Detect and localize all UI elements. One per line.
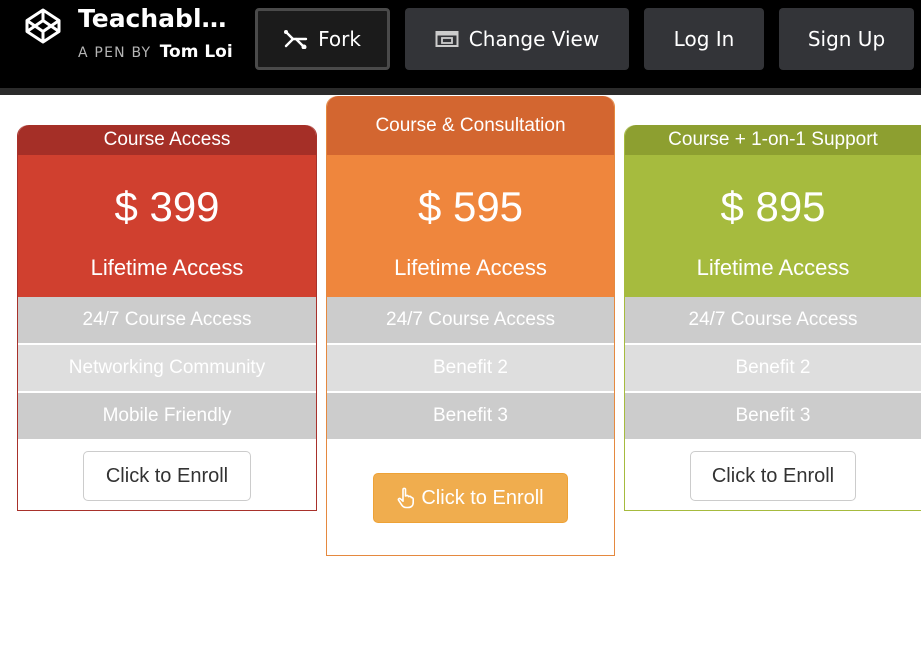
change-view-icon	[435, 31, 459, 47]
feature-row: Benefit 2	[625, 345, 921, 393]
fork-label: Fork	[318, 27, 361, 51]
plan-price: $ 895	[720, 183, 826, 230]
pricing-card-course-support: Course + 1-on-1 Support $ 895 Lifetime A…	[624, 125, 921, 511]
enroll-button[interactable]: Click to Enroll	[373, 473, 568, 523]
pricing-card-course-access: Course Access $ 399 Lifetime Access 24/7…	[17, 125, 317, 511]
feature-row: Benefit 2	[327, 345, 614, 393]
fork-icon	[284, 30, 308, 49]
plan-header: Course Access	[18, 125, 316, 155]
plan-access: Lifetime Access	[90, 255, 244, 280]
change-view-button[interactable]: Change View	[405, 8, 629, 70]
pen-title[interactable]: Teachabl…	[78, 4, 238, 33]
fork-button[interactable]: Fork	[255, 8, 390, 70]
login-button[interactable]: Log In	[644, 8, 764, 70]
pen-author-line: A PEN BY Tom Loi	[78, 42, 232, 62]
enroll-label: Click to Enroll	[711, 464, 835, 487]
enroll-button[interactable]: Click to Enroll	[690, 451, 856, 501]
hand-pointer-icon	[397, 487, 415, 509]
feature-row: 24/7 Course Access	[327, 297, 614, 345]
top-bar: Teachabl… A PEN BY Tom Loi Fork Change V…	[0, 0, 921, 88]
feature-row: 24/7 Course Access	[625, 297, 921, 345]
change-view-label: Change View	[468, 27, 600, 51]
top-bar-divider	[0, 88, 921, 95]
plan-price: $ 595	[417, 183, 524, 230]
feature-row: Mobile Friendly	[18, 393, 316, 441]
enroll-label: Click to Enroll	[421, 486, 544, 509]
pricing-card-course-consultation: Course & Consultation $ 595 Lifetime Acc…	[326, 96, 615, 556]
plan-price: $ 399	[114, 183, 220, 230]
feature-row: 24/7 Course Access	[18, 297, 316, 345]
enroll-label: Click to Enroll	[105, 464, 229, 487]
enroll-button[interactable]: Click to Enroll	[83, 451, 251, 501]
plan-header: Course + 1-on-1 Support	[625, 125, 921, 155]
author-link[interactable]: Tom Loi	[160, 42, 232, 62]
signup-button[interactable]: Sign Up	[779, 8, 914, 70]
plan-header: Course & Consultation	[327, 96, 614, 155]
price-block: $ 399 Lifetime Access	[18, 155, 316, 297]
codepen-logo-icon[interactable]	[23, 6, 63, 46]
feature-row: Benefit 3	[327, 393, 614, 441]
pen-by-label: A PEN BY	[78, 45, 152, 61]
feature-row: Networking Community	[18, 345, 316, 393]
feature-row: Benefit 3	[625, 393, 921, 441]
login-label: Log In	[673, 27, 735, 51]
price-block: $ 595 Lifetime Access	[327, 155, 614, 297]
signup-label: Sign Up	[807, 27, 886, 51]
plan-access: Lifetime Access	[394, 255, 547, 280]
plan-access: Lifetime Access	[696, 255, 850, 280]
price-block: $ 895 Lifetime Access	[625, 155, 921, 297]
